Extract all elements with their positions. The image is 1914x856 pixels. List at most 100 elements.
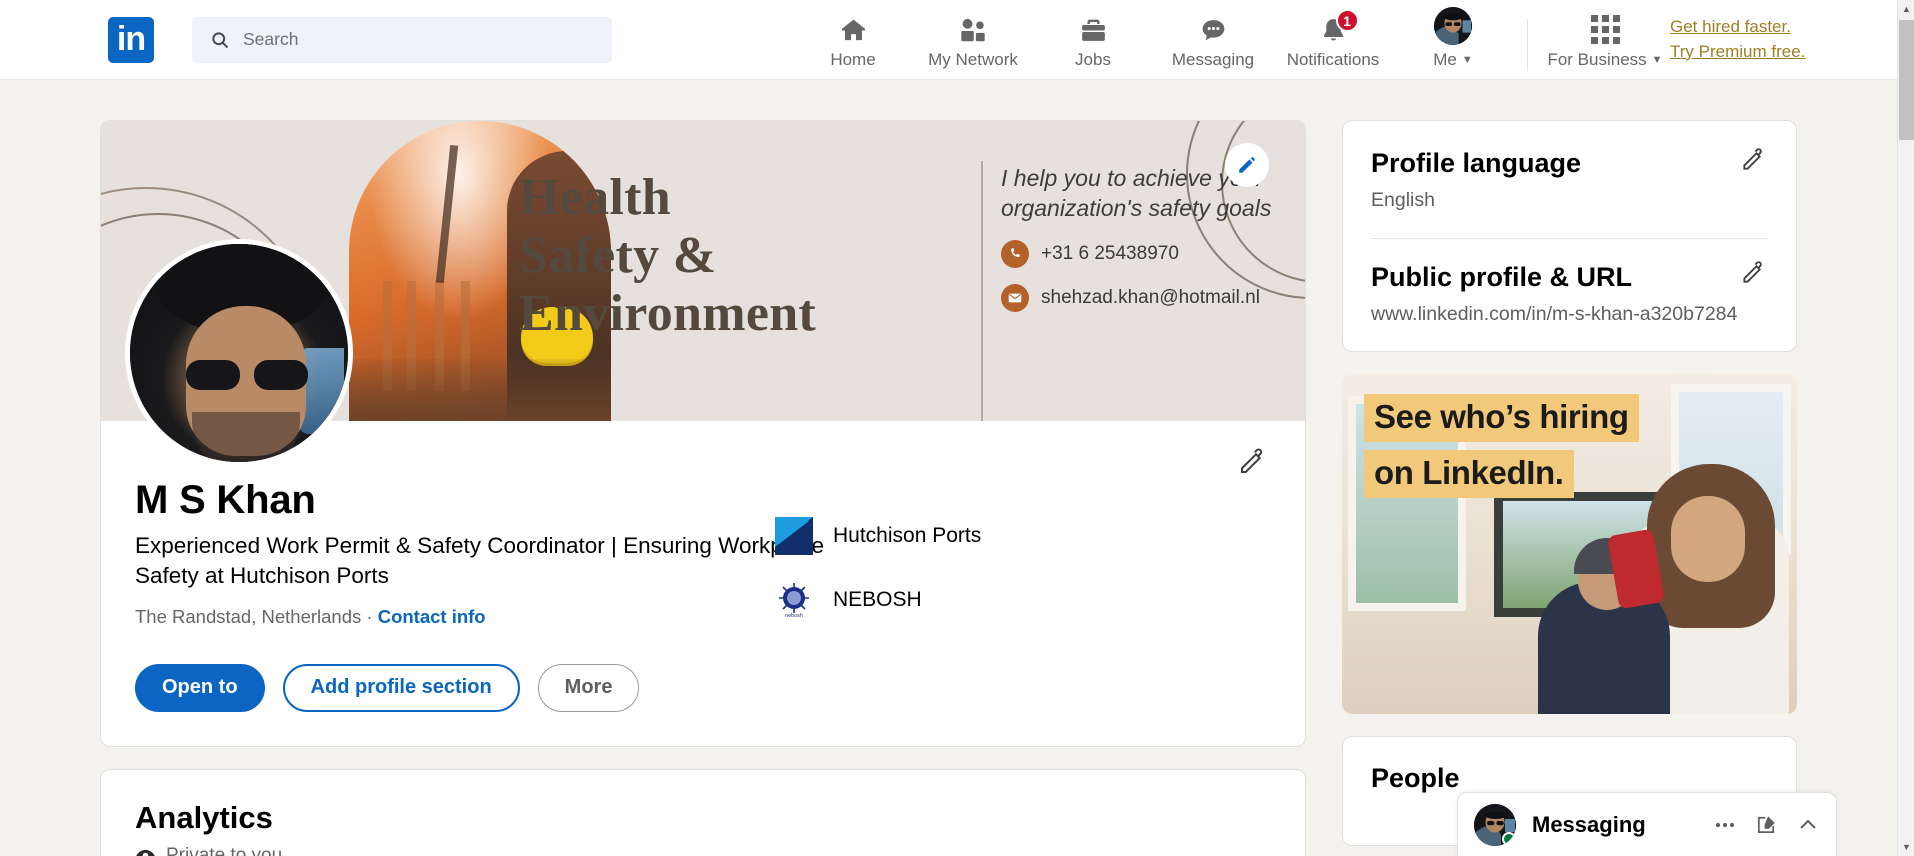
messaging-avatar[interactable] <box>1474 803 1516 846</box>
affiliation-education-name: NEBOSH <box>833 588 922 611</box>
avatar-icon <box>1434 7 1472 45</box>
chevron-up-icon[interactable] <box>1796 813 1820 837</box>
nav-item-jobs[interactable]: Jobs <box>1033 0 1153 79</box>
banner-contact-block: I help you to achieve your organization'… <box>1001 163 1301 312</box>
nav-item-home-label: Home <box>830 50 876 69</box>
nav-item-me-label: Me ▼ <box>1433 50 1473 70</box>
profile-language-title: Profile language <box>1371 148 1582 178</box>
pencil-icon <box>1237 447 1267 482</box>
ellipsis-icon[interactable] <box>1713 813 1737 837</box>
edit-banner-button[interactable] <box>1225 143 1269 187</box>
banner-title-line-3: Environment <box>519 285 817 343</box>
profile-settings-card: Profile language English Public profile … <box>1342 120 1797 353</box>
profile-identity-section: M S Khan Experienced Work Permit & Safet… <box>101 421 1305 746</box>
pencil-icon <box>1740 260 1766 291</box>
for-business-text: For Business <box>1547 50 1647 69</box>
hutchison-ports-logo <box>775 517 813 555</box>
analytics-visibility-text: Private to you <box>166 844 283 856</box>
online-status-indicator <box>1502 831 1516 846</box>
affiliation-item-company[interactable]: Hutchison Ports <box>775 517 1105 555</box>
nav-item-my-network[interactable]: My Network <box>913 0 1033 79</box>
public-profile-url-value: www.linkedin.com/in/m-s-khan-a320b7284 <box>1371 303 1738 326</box>
nav-divider <box>1527 18 1528 71</box>
nav-item-messaging-label: Messaging <box>1171 50 1255 69</box>
analytics-card: Analytics Private to you <box>100 768 1306 856</box>
affiliation-company-name: Hutchison Ports <box>833 524 982 547</box>
public-profile-url-row: Public profile & URL <box>1371 261 1768 293</box>
briefcase-icon <box>1079 15 1108 45</box>
premium-upsell: Get hired faster. Try Premium free. <box>1670 15 1805 64</box>
bell-icon: 1 <box>1319 9 1359 45</box>
banner-title-line-1: Health <box>519 169 672 226</box>
caret-down-icon[interactable]: ▼ <box>1898 838 1914 856</box>
banner-title-line-2: Safety & <box>519 227 717 285</box>
banner-email-text: shehzad.khan@hotmail.nl <box>1041 286 1260 308</box>
profile-headline: Experienced Work Permit & Safety Coordin… <box>135 533 825 589</box>
messaging-title: Messaging <box>1532 811 1646 837</box>
nav-item-me[interactable]: Me ▼ <box>1393 0 1513 79</box>
people-card-title: People <box>1371 763 1460 794</box>
home-icon <box>839 15 868 45</box>
page-content: Health Safety & Environment I help you t… <box>0 80 1897 856</box>
nav-item-me-text: Me <box>1433 50 1457 69</box>
top-navigation-bar: in Home My Netw <box>0 0 1897 80</box>
caret-up-icon[interactable]: ▲ <box>1898 0 1914 18</box>
eye-icon <box>135 845 156 856</box>
sidebar-divider <box>1371 237 1768 239</box>
try-premium-free-link[interactable]: Try Premium free. <box>1670 40 1805 65</box>
nav-item-messaging[interactable]: Messaging <box>1153 0 1273 79</box>
linkedin-logo[interactable]: in <box>108 16 154 63</box>
banner-phone-row: +31 6 25438970 <box>1001 239 1301 268</box>
banner-vertical-divider <box>981 161 983 421</box>
profile-card: Health Safety & Environment I help you t… <box>100 120 1306 747</box>
nav-item-my-network-label: My Network <box>928 50 1018 69</box>
page-scrollbar[interactable]: ▲ ▼ <box>1897 0 1914 856</box>
message-bubble-icon <box>1199 15 1228 45</box>
people-icon <box>958 15 989 45</box>
for-business-label: For Business ▼ <box>1547 50 1662 70</box>
main-column: Health Safety & Environment I help you t… <box>100 120 1306 856</box>
search-icon <box>210 30 230 50</box>
chevron-down-icon: ▼ <box>1651 54 1663 66</box>
nav-right-group: For Business ▼ Get hired faster. Try Prem… <box>1544 9 1805 70</box>
location-separator: · <box>366 605 373 627</box>
nav-item-notifications[interactable]: 1 Notifications <box>1273 0 1393 79</box>
hiring-ad-line-1: See who’s hiring <box>1364 394 1639 443</box>
notifications-badge: 1 <box>1335 9 1359 32</box>
hiring-ad-card[interactable]: See who’s hiring on LinkedIn. <box>1342 374 1797 715</box>
more-button[interactable]: More <box>537 663 640 712</box>
profile-language-value: English <box>1371 189 1435 212</box>
compose-pencil-icon[interactable] <box>1755 813 1778 836</box>
contact-info-link[interactable]: Contact info <box>378 606 486 627</box>
envelope-icon <box>1001 283 1029 312</box>
get-hired-faster-link[interactable]: Get hired faster. <box>1670 15 1805 40</box>
pencil-icon <box>1236 154 1258 176</box>
chevron-down-icon: ▼ <box>1461 54 1473 66</box>
profile-action-buttons: Open to Add profile section More <box>135 663 1271 712</box>
edit-public-profile-url-button[interactable] <box>1738 261 1768 291</box>
profile-location: The Randstad, Netherlands <box>135 605 362 627</box>
search-input[interactable] <box>243 29 583 50</box>
grid-apps-icon <box>1590 15 1620 44</box>
nav-primary-links: Home My Network Jobs Messaging 1 Notific… <box>793 0 1513 79</box>
edit-profile-language-button[interactable] <box>1738 147 1768 177</box>
nav-item-notifications-label: Notifications <box>1286 50 1380 69</box>
analytics-title: Analytics <box>135 799 273 835</box>
messaging-widget[interactable]: Messaging <box>1457 792 1837 856</box>
public-profile-url-title: Public profile & URL <box>1371 261 1633 292</box>
profile-affiliations: Hutchison Ports nebosh NEBOSH <box>775 517 1105 645</box>
add-profile-section-button[interactable]: Add profile section <box>282 663 520 712</box>
nav-item-home[interactable]: Home <box>793 0 913 79</box>
hiring-ad-line-2: on LinkedIn. <box>1364 450 1574 499</box>
scrollbar-thumb[interactable] <box>1899 20 1914 140</box>
open-to-button[interactable]: Open to <box>135 663 265 712</box>
affiliation-item-education[interactable]: nebosh NEBOSH <box>775 581 1105 619</box>
edit-profile-button[interactable] <box>1235 447 1269 481</box>
phone-icon <box>1001 239 1029 268</box>
profile-avatar[interactable] <box>125 239 353 467</box>
banner-phone-text: +31 6 25438970 <box>1041 242 1179 264</box>
for-business-menu[interactable]: For Business ▼ <box>1544 9 1666 70</box>
search-box[interactable] <box>192 16 612 63</box>
profile-language-row: Profile language <box>1371 147 1768 179</box>
pencil-icon <box>1740 147 1766 178</box>
